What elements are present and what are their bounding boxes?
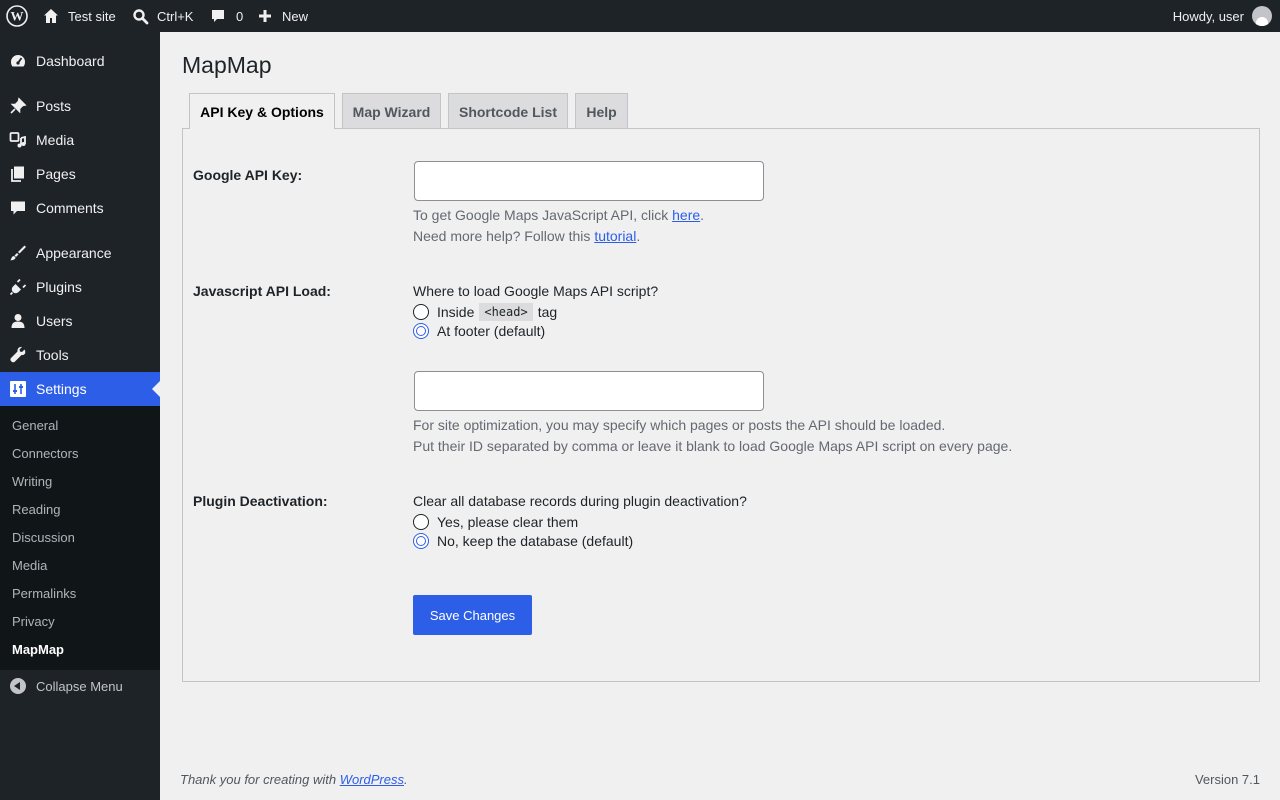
api-load-question: Where to load Google Maps API script? xyxy=(413,283,659,299)
avatar xyxy=(1252,6,1272,26)
sidebar-item-plugins[interactable]: Plugins xyxy=(0,270,160,304)
media-icon xyxy=(8,130,28,150)
plugin-deactivation-label: Plugin Deactivation: xyxy=(193,493,328,509)
deactivation-keep-option[interactable]: No, keep the database (default) xyxy=(413,533,633,549)
tab-shortcode-list[interactable]: Shortcode List xyxy=(448,93,568,129)
submenu-item-writing[interactable]: Writing xyxy=(12,474,52,489)
submenu-item-general[interactable]: General xyxy=(12,418,58,433)
deactivation-clear-option[interactable]: Yes, please clear them xyxy=(413,514,578,530)
tab-help[interactable]: Help xyxy=(575,93,628,129)
api-load-footer-radio[interactable] xyxy=(413,323,429,339)
api-load-footer-option[interactable]: At footer (default) xyxy=(413,323,545,339)
sidebar-item-pages[interactable]: Pages xyxy=(0,157,160,191)
new-label: New xyxy=(282,8,309,24)
submenu-item-media[interactable]: Media xyxy=(12,558,47,573)
sidebar-item-label: Plugins xyxy=(36,279,82,295)
sidebar-item-dashboard[interactable]: Dashboard xyxy=(0,44,160,78)
dashboard-icon xyxy=(8,51,28,71)
new-content-button[interactable]: New xyxy=(258,0,308,32)
sidebar-item-label: Users xyxy=(36,313,73,329)
brush-icon xyxy=(8,243,28,263)
sidebar-item-settings[interactable]: Settings xyxy=(0,372,160,406)
head-tag-code: <head> xyxy=(479,303,533,321)
api-load-head-radio[interactable] xyxy=(413,304,429,320)
tab-api-key-options[interactable]: API Key & Options xyxy=(189,93,335,129)
deactivation-clear-radio[interactable] xyxy=(413,514,429,530)
google-api-key-input[interactable] xyxy=(414,161,764,201)
footer-version: Version 7.1 xyxy=(1194,772,1260,787)
search-icon xyxy=(132,8,149,25)
admin-sidebar: Dashboard Posts Media Pages Comments App… xyxy=(0,32,160,800)
sidebar-item-label: Pages xyxy=(36,166,76,182)
sidebar-item-label: Settings xyxy=(36,381,87,397)
sidebar-item-label: Comments xyxy=(36,200,104,216)
wordpress-link[interactable]: WordPress xyxy=(340,772,404,787)
site-name-label: Test site xyxy=(68,8,116,24)
sidebar-item-label: Dashboard xyxy=(36,53,105,69)
submenu-item-privacy[interactable]: Privacy xyxy=(12,614,55,629)
api-pages-input[interactable] xyxy=(414,371,764,411)
svg-text:W: W xyxy=(11,9,24,24)
submenu-item-permalinks[interactable]: Permalinks xyxy=(12,586,76,601)
submenu-item-discussion[interactable]: Discussion xyxy=(12,530,75,545)
plus-icon xyxy=(258,9,272,23)
deactivation-question: Clear all database records during plugin… xyxy=(413,493,747,509)
sidebar-item-label: Media xyxy=(36,132,75,148)
user-icon xyxy=(8,311,28,331)
api-load-head-option[interactable]: Inside <head> tag xyxy=(413,303,557,321)
footer-thanks: Thank you for creating with WordPress. xyxy=(180,772,408,787)
sidebar-item-users[interactable]: Users xyxy=(0,304,160,338)
home-icon xyxy=(42,7,60,25)
tab-map-wizard[interactable]: Map Wizard xyxy=(342,93,441,129)
tutorial-link[interactable]: tutorial xyxy=(594,228,636,244)
api-key-help-text: To get Google Maps JavaScript API, click… xyxy=(413,207,705,223)
command-search-button[interactable]: Ctrl+K xyxy=(132,0,193,32)
search-shortcut-label: Ctrl+K xyxy=(157,8,194,24)
user-account-menu[interactable]: Howdy, user xyxy=(1173,0,1272,32)
collapse-menu-button[interactable]: Collapse Menu xyxy=(0,675,160,697)
comments-count: 0 xyxy=(236,8,244,24)
api-pages-help-text: For site optimization, you may specify w… xyxy=(413,417,946,433)
api-pages-help-text-2: Put their ID separated by comma or leave… xyxy=(413,438,1013,454)
settings-submenu: General Connectors Writing Reading Discu… xyxy=(0,406,160,670)
collapse-menu-label: Collapse Menu xyxy=(36,678,123,694)
sidebar-item-label: Appearance xyxy=(36,245,112,261)
wordpress-logo-icon[interactable]: W xyxy=(6,0,28,32)
howdy-label: Howdy, user xyxy=(1172,8,1244,24)
plug-icon xyxy=(8,277,28,297)
submenu-item-reading[interactable]: Reading xyxy=(12,502,60,517)
comment-icon xyxy=(210,8,226,24)
sidebar-item-appearance[interactable]: Appearance xyxy=(0,236,160,270)
admin-bar: W Test site Ctrl+K 0 New Howdy, user xyxy=(0,0,1280,32)
sidebar-item-posts[interactable]: Posts xyxy=(0,89,160,123)
sidebar-item-comments[interactable]: Comments xyxy=(0,191,160,225)
pages-icon xyxy=(8,164,28,184)
javascript-api-load-label: Javascript API Load: xyxy=(193,283,331,299)
settings-icon xyxy=(8,379,28,399)
deactivation-keep-radio[interactable] xyxy=(413,533,429,549)
sidebar-item-media[interactable]: Media xyxy=(0,123,160,157)
save-changes-button[interactable]: Save Changes xyxy=(413,595,532,635)
comments-link[interactable]: 0 xyxy=(210,0,243,32)
site-name-link[interactable]: Test site xyxy=(42,0,116,32)
pin-icon xyxy=(8,96,28,116)
api-key-tutorial-text: Need more help? Follow this tutorial. xyxy=(413,228,641,244)
wrench-icon xyxy=(8,345,28,365)
collapse-arrow-icon xyxy=(10,678,26,694)
sidebar-item-label: Tools xyxy=(36,347,69,363)
google-api-key-label: Google API Key: xyxy=(193,167,303,183)
comment-icon xyxy=(8,198,28,218)
api-key-here-link[interactable]: here xyxy=(672,207,700,223)
page-title: MapMap xyxy=(182,52,272,78)
sidebar-item-label: Posts xyxy=(36,98,72,114)
submenu-item-connectors[interactable]: Connectors xyxy=(12,446,78,461)
sidebar-item-tools[interactable]: Tools xyxy=(0,338,160,372)
submenu-item-mapmap[interactable]: MapMap xyxy=(12,642,64,657)
